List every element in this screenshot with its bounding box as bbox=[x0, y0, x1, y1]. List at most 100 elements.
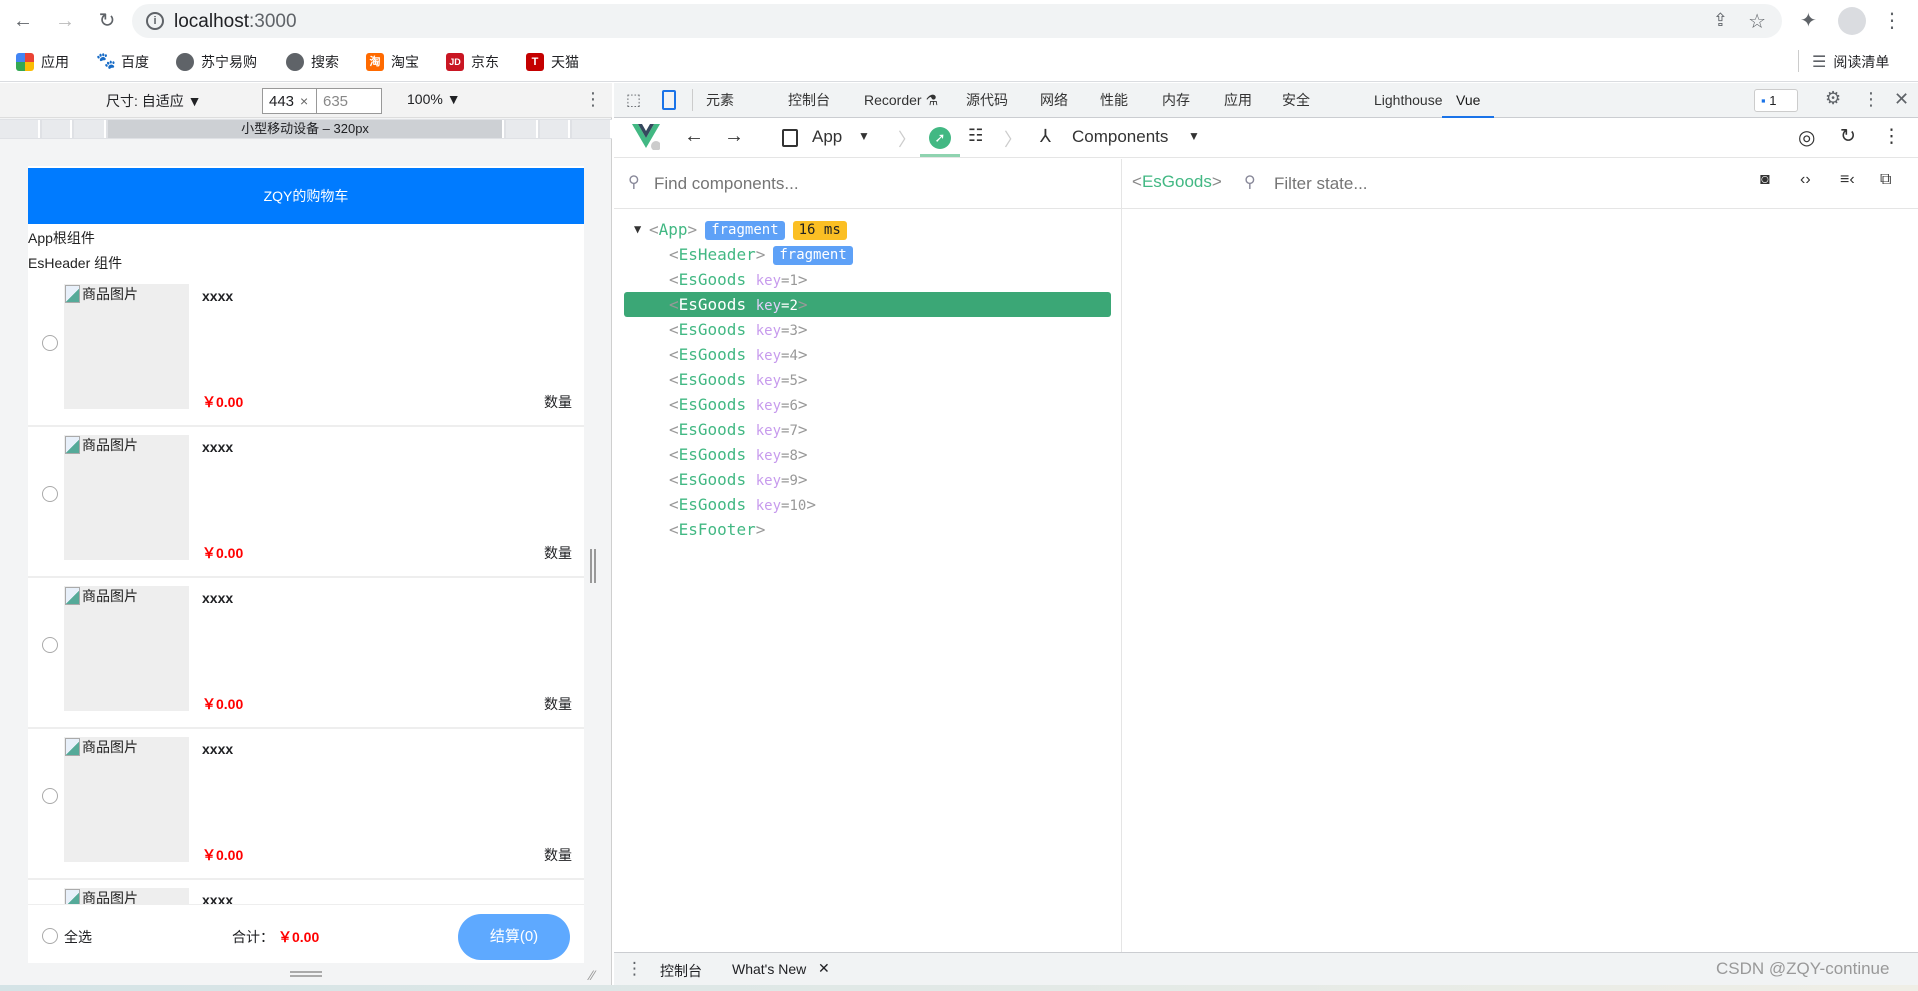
goods-quantity-label: 数量 bbox=[544, 394, 572, 410]
goods-list: 商品图片 xxxx ￥0.00 数量 商品图片 xxxx ￥0.00 数量 商品… bbox=[28, 276, 584, 904]
tree-node-esgoods-10[interactable]: <EsGoods key=10> bbox=[624, 492, 1111, 517]
back-arrow-icon[interactable]: ← bbox=[684, 125, 704, 148]
resize-handle-right[interactable] bbox=[590, 549, 596, 583]
tree-node-esgoods-2[interactable]: <EsGoods key=2> bbox=[624, 292, 1111, 317]
tree-node-esgoods-8[interactable]: <EsGoods key=8> bbox=[624, 442, 1111, 467]
pane-splitter[interactable] bbox=[1121, 159, 1122, 955]
devtools-tab[interactable]: 控制台 bbox=[788, 83, 830, 118]
vue-toolbar: ← → App ▼ 〉 ➚ ☷ 〉 ⅄ Components ▼ ◎ ↻ ⋮ bbox=[614, 118, 1918, 158]
forward-arrow-icon[interactable]: → bbox=[724, 125, 744, 148]
devtools-tab[interactable]: Lighthouse bbox=[1374, 83, 1443, 118]
devtools-tab[interactable]: Vue bbox=[1442, 83, 1495, 118]
bookmark-apps[interactable]: 应用 bbox=[16, 52, 69, 72]
open-in-editor-icon[interactable]: ⧉ bbox=[1880, 171, 1891, 189]
bookmark-tmall[interactable]: T 天猫 bbox=[526, 52, 579, 72]
expand-caret-icon[interactable]: ▼ bbox=[634, 217, 641, 242]
reload-button[interactable]: ↻ bbox=[94, 8, 120, 34]
components-selector[interactable]: Components bbox=[1072, 127, 1168, 147]
tree-node-esgoods-4[interactable]: <EsGoods key=4> bbox=[624, 342, 1111, 367]
close-devtools-icon[interactable]: ✕ bbox=[1894, 89, 1909, 110]
filter-state-input[interactable] bbox=[1274, 171, 1654, 197]
devtools-tab[interactable]: 网络 bbox=[1040, 83, 1068, 118]
devtools-drawer: ⋮ 控制台 What's New ✕ CSDN @ZQY-continue bbox=[614, 952, 1918, 985]
forward-button[interactable]: → bbox=[52, 8, 78, 34]
info-icon[interactable]: i bbox=[146, 12, 164, 30]
components-dropdown-caret[interactable]: ▼ bbox=[1188, 129, 1200, 143]
back-button[interactable]: ← bbox=[10, 8, 36, 34]
devtools-tab[interactable]: 源代码 bbox=[966, 83, 1008, 118]
more-options-icon[interactable]: ⋮ bbox=[1882, 125, 1901, 148]
settings-gear-icon[interactable]: ⚙ bbox=[1825, 88, 1841, 109]
more-options-icon[interactable]: ⋮ bbox=[1862, 89, 1880, 110]
url-text[interactable]: localhost:3000 bbox=[174, 11, 297, 33]
bookmark-suning[interactable]: 苏宁易购 bbox=[176, 52, 257, 72]
show-render-code-icon[interactable]: ≡‹ bbox=[1840, 171, 1855, 189]
reading-list[interactable]: ☰ 阅读清单 bbox=[1812, 52, 1889, 72]
goods-select-radio[interactable] bbox=[42, 335, 58, 351]
devtools-tab[interactable]: 安全 bbox=[1282, 83, 1310, 118]
more-options-icon[interactable]: ⋮ bbox=[584, 89, 602, 110]
tree-node-esgoods-6[interactable]: <EsGoods key=6> bbox=[624, 392, 1111, 417]
refresh-icon[interactable]: ↻ bbox=[1840, 125, 1856, 148]
extensions-icon[interactable]: ✦ bbox=[1800, 8, 1817, 33]
close-tab-icon[interactable]: ✕ bbox=[818, 960, 830, 977]
inspect-dom-code-icon[interactable]: ‹› bbox=[1800, 171, 1811, 189]
key-label: key bbox=[755, 498, 782, 514]
app-footer: 全选 合计： ￥0.00 结算(0) bbox=[28, 904, 584, 963]
bookmark-search[interactable]: 搜索 bbox=[286, 52, 339, 72]
app-selector[interactable]: App bbox=[812, 127, 842, 147]
bookmark-baidu[interactable]: 🐾 百度 bbox=[96, 52, 149, 72]
inspect-element-icon[interactable]: ⬚ bbox=[626, 90, 641, 110]
scroll-to-component-icon[interactable]: ◙ bbox=[1760, 171, 1770, 189]
drawer-tab-console[interactable]: 控制台 bbox=[660, 961, 702, 981]
tree-node-esheader[interactable]: <EsHeader> fragment bbox=[624, 242, 1111, 267]
size-dropdown[interactable]: 尺寸: 自适应 ▼ bbox=[106, 91, 202, 111]
tree-node-esgoods-3[interactable]: <EsGoods key=3> bbox=[624, 317, 1111, 342]
menu-icon[interactable]: ⋮ bbox=[1882, 8, 1902, 33]
bookmark-jd[interactable]: JD 京东 bbox=[446, 52, 499, 72]
issues-button[interactable]: ▪ 1 bbox=[1754, 89, 1798, 112]
goods-quantity-label: 数量 bbox=[544, 545, 572, 561]
goods-select-radio[interactable] bbox=[42, 486, 58, 502]
component-name: EsGoods bbox=[678, 420, 747, 439]
zoom-dropdown[interactable]: 100% ▼ bbox=[407, 91, 461, 107]
key-label: key bbox=[755, 373, 782, 389]
drawer-tab-whats-new[interactable]: What's New bbox=[732, 961, 806, 977]
app-dropdown-caret[interactable]: ▼ bbox=[858, 129, 870, 143]
tree-node-esfooter[interactable]: <EsFooter> bbox=[624, 517, 1111, 542]
device-toggle-icon[interactable] bbox=[662, 90, 676, 110]
star-icon[interactable]: ☆ bbox=[1748, 9, 1766, 34]
goods-select-radio[interactable] bbox=[42, 788, 58, 804]
component-name: EsGoods bbox=[678, 270, 747, 289]
bookmark-taobao[interactable]: 淘淘宝 bbox=[366, 52, 419, 72]
device-toolbar: 尺寸: 自适应 ▼ 443 × 635 100% ▼ ⋮ bbox=[0, 83, 612, 118]
select-component-target-icon[interactable]: ◎ bbox=[1798, 125, 1815, 150]
tree-node-esgoods-1[interactable]: <EsGoods key=1> bbox=[624, 267, 1111, 292]
resize-handle-bottom[interactable] bbox=[290, 971, 322, 977]
devtools-tab[interactable]: Recorder ⚗ bbox=[864, 83, 938, 118]
tree-node-app[interactable]: ▼ <App> fragment 16 ms bbox=[624, 217, 1111, 242]
goods-quantity-label: 数量 bbox=[544, 847, 572, 863]
timeline-icon[interactable]: ☷ bbox=[968, 126, 983, 146]
goods-item: 商品图片 xxxx ￥0.00 数量 bbox=[28, 427, 584, 578]
select-all-radio[interactable] bbox=[42, 928, 58, 944]
profile-avatar[interactable] bbox=[1838, 7, 1866, 35]
inspector-compass-icon[interactable]: ➚ bbox=[929, 127, 951, 149]
drawer-menu-icon[interactable]: ⋮ bbox=[626, 959, 643, 979]
resize-corner-icon[interactable]: ⁄⁄ bbox=[590, 967, 595, 983]
devtools-tab[interactable]: 内存 bbox=[1162, 83, 1190, 118]
component-name: EsGoods bbox=[678, 395, 747, 414]
height-input[interactable]: 635 bbox=[316, 88, 382, 114]
checkout-button[interactable]: 结算(0) bbox=[458, 914, 570, 960]
tree-node-esgoods-9[interactable]: <EsGoods key=9> bbox=[624, 467, 1111, 492]
tree-node-esgoods-5[interactable]: <EsGoods key=5> bbox=[624, 367, 1111, 392]
preset-small-mobile[interactable]: 小型移动设备 – 320px bbox=[108, 120, 504, 138]
tree-node-esgoods-7[interactable]: <EsGoods key=7> bbox=[624, 417, 1111, 442]
devtools-tab[interactable]: 元素 bbox=[706, 83, 734, 118]
devtools-tab[interactable]: 应用 bbox=[1224, 83, 1252, 118]
goods-select-radio[interactable] bbox=[42, 637, 58, 653]
share-icon[interactable]: ⇪ bbox=[1713, 10, 1728, 31]
find-components-input[interactable] bbox=[654, 171, 1094, 197]
address-bar[interactable]: i localhost:3000 ⇪ ☆ bbox=[132, 4, 1782, 38]
devtools-tab[interactable]: 性能 bbox=[1100, 83, 1128, 118]
